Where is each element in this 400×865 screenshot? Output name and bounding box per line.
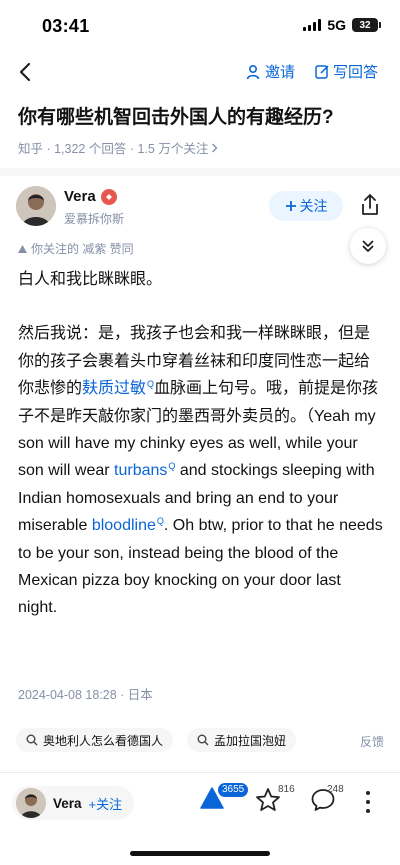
question-meta-text: 知乎 · 1,322 个回答 · 1.5 万个关注 [18,142,209,156]
related-tags: 奥地利人怎么看德国人 孟加拉国泡妞 反馈 [16,728,388,752]
search-icon: Q [156,515,164,526]
section-divider [0,168,400,176]
follow-label: 关注 [299,198,328,214]
share-button[interactable] [358,192,382,218]
write-answer-button[interactable]: 写回答 [315,61,378,82]
invite-button[interactable]: 邀请 [246,61,295,82]
tag-label: 孟加拉国泡妞 [214,733,287,748]
battery-level: 32 [359,19,371,31]
question-header: 你有哪些机智回击外国人的有趣经历? 知乎 · 1,322 个回答 · 1.5 万… [18,104,388,157]
tag-chip[interactable]: 奥地利人怎么看德国人 [16,728,174,752]
search-link-term[interactable]: 麸质过敏 [82,380,146,397]
answer-paragraph-2: 然后我说：是，我孩子也会和我一样眯眯眼，但是你的孩子会裹着头巾穿着丝袜和印度同性… [18,320,383,621]
chevron-left-icon [19,62,31,82]
answer-content: 白人和我比眯眯眼。 然后我说：是，我孩子也会和我一样眯眯眼，但是你的孩子会裹着头… [18,266,383,649]
question-title[interactable]: 你有哪些机智回击外国人的有趣经历? [18,104,388,132]
share-icon [362,194,378,215]
post-date: 2024-04-08 18:28 · 日本 [18,688,153,702]
author-name: Vera [64,188,96,205]
collapse-button[interactable] [350,228,386,264]
comment-button[interactable]: 248 [310,784,344,818]
bottom-author-name: Vera [53,795,82,811]
bottom-follow-button[interactable]: +关注 [89,794,123,813]
edit-icon [315,65,329,79]
status-indicators: 5G 32 [303,17,381,33]
author-badge-icon [100,188,117,205]
vote-button[interactable]: 3655 [200,783,249,814]
back-button[interactable] [12,58,38,86]
author-name-row[interactable]: Vera [64,188,117,205]
comment-count: 248 [327,784,344,795]
bottom-author-avatar [16,788,46,818]
person-add-icon [246,64,260,79]
favorite-count: 816 [278,784,295,795]
favorite-button[interactable]: 816 [255,784,295,818]
bottom-author-chip[interactable]: Vera +关注 [12,786,135,820]
tag-chip[interactable]: 孟加拉国泡妞 [187,728,297,752]
answer-author: Vera 爱慕拆你斯 关注 [16,186,384,230]
chevron-right-icon [212,143,218,152]
bottom-action-bar: Vera +关注 3655 816 248 [0,773,400,833]
invite-label: 邀请 [264,64,295,81]
feedback-link[interactable]: 反馈 [360,733,384,750]
search-icon [197,734,209,746]
follow-button[interactable]: 关注 [269,191,343,221]
author-bio: 爱慕拆你斯 [64,212,125,226]
nav-actions: 邀请 写回答 [246,61,378,82]
vote-count: 3655 [218,783,249,797]
status-bar: 03:41 5G 32 [0,0,400,54]
liked-by-text: 你关注的 减紫 赞同 [31,242,134,256]
more-vertical-icon [366,791,370,795]
author-avatar[interactable] [16,186,56,226]
double-chevron-down-icon [362,240,374,252]
write-answer-label: 写回答 [332,64,378,81]
search-link-term[interactable]: bloodline [92,517,156,534]
signal-icon [303,19,322,31]
upvote-small-icon [18,244,27,253]
status-time: 03:41 [42,16,90,36]
search-icon [26,734,38,746]
search-icon: Q [147,378,155,389]
question-meta[interactable]: 知乎 · 1,322 个回答 · 1.5 万个关注 [18,138,388,157]
plus-icon [285,201,296,211]
nav-bar: 邀请 写回答 [0,54,400,92]
tag-label: 奥地利人怎么看德国人 [43,733,164,748]
answer-paragraph-1: 白人和我比眯眯眼。 [18,271,163,288]
liked-by-line: 你关注的 减紫 赞同 [18,240,134,257]
battery-icon: 32 [352,18,381,32]
search-link-term[interactable]: turbans [114,462,167,479]
more-options-button[interactable] [360,791,376,813]
home-indicator[interactable] [130,851,270,856]
network-type: 5G [327,17,346,33]
